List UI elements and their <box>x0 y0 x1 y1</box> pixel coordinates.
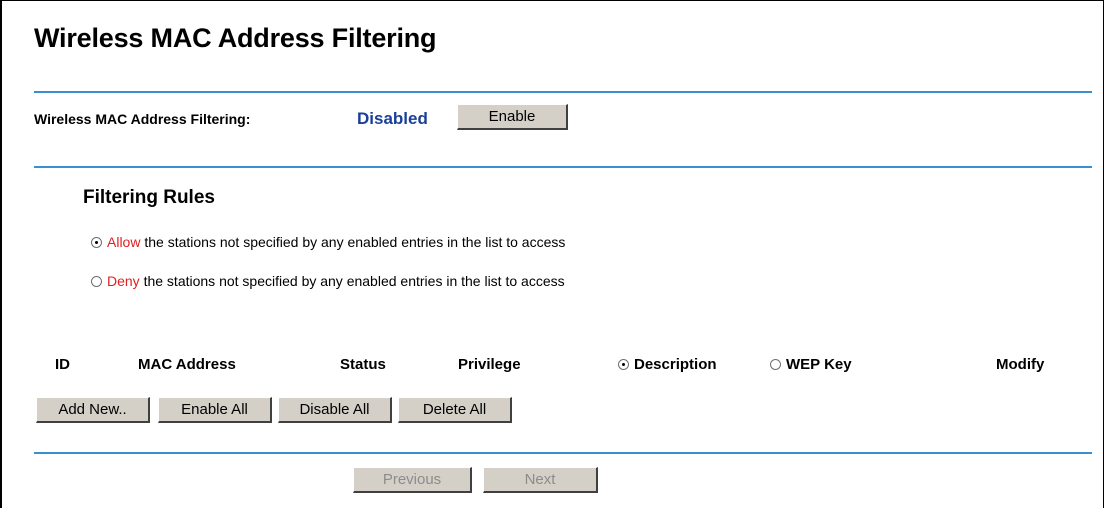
column-header-mac-address: MAC Address <box>138 356 236 373</box>
divider <box>34 91 1092 93</box>
deny-rule-text: the stations not specified by any enable… <box>139 273 565 289</box>
divider <box>34 452 1092 454</box>
filtering-status-value: Disabled <box>357 109 428 128</box>
description-radio[interactable] <box>618 359 629 370</box>
enable-all-button[interactable]: Enable All <box>158 397 272 423</box>
page-title: Wireless MAC Address Filtering <box>34 23 437 53</box>
allow-radio[interactable] <box>91 236 102 248</box>
allow-rule-text: the stations not specified by any enable… <box>140 234 566 250</box>
wep-key-label: WEP Key <box>786 356 852 373</box>
deny-rule-option[interactable]: Deny the stations not specified by any e… <box>91 273 565 289</box>
description-label: Description <box>634 356 717 373</box>
enable-filtering-button[interactable]: Enable <box>457 104 568 130</box>
column-header-privilege: Privilege <box>458 356 521 373</box>
filtering-label: Wireless MAC Address Filtering: <box>34 111 251 127</box>
deny-radio[interactable] <box>91 275 102 287</box>
column-header-wep-key-option[interactable]: WEP Key <box>770 356 852 373</box>
allow-keyword: Allow <box>107 234 141 250</box>
column-header-description-option[interactable]: Description <box>618 356 717 373</box>
allow-rule-option[interactable]: Allow the stations not specified by any … <box>91 234 565 250</box>
filtering-rules-title: Filtering Rules <box>83 187 215 208</box>
disable-all-button[interactable]: Disable All <box>278 397 392 423</box>
add-new-button[interactable]: Add New.. <box>36 397 150 423</box>
divider <box>34 166 1092 168</box>
deny-keyword: Deny <box>107 273 140 289</box>
column-header-id: ID <box>55 356 70 373</box>
wep-key-radio[interactable] <box>770 359 781 370</box>
page-frame: Wireless MAC Address Filtering Wireless … <box>0 0 1104 508</box>
next-button[interactable]: Next <box>483 467 598 493</box>
column-header-modify: Modify <box>996 356 1045 373</box>
delete-all-button[interactable]: Delete All <box>398 397 512 423</box>
previous-button[interactable]: Previous <box>353 467 472 493</box>
column-header-status: Status <box>340 356 386 373</box>
